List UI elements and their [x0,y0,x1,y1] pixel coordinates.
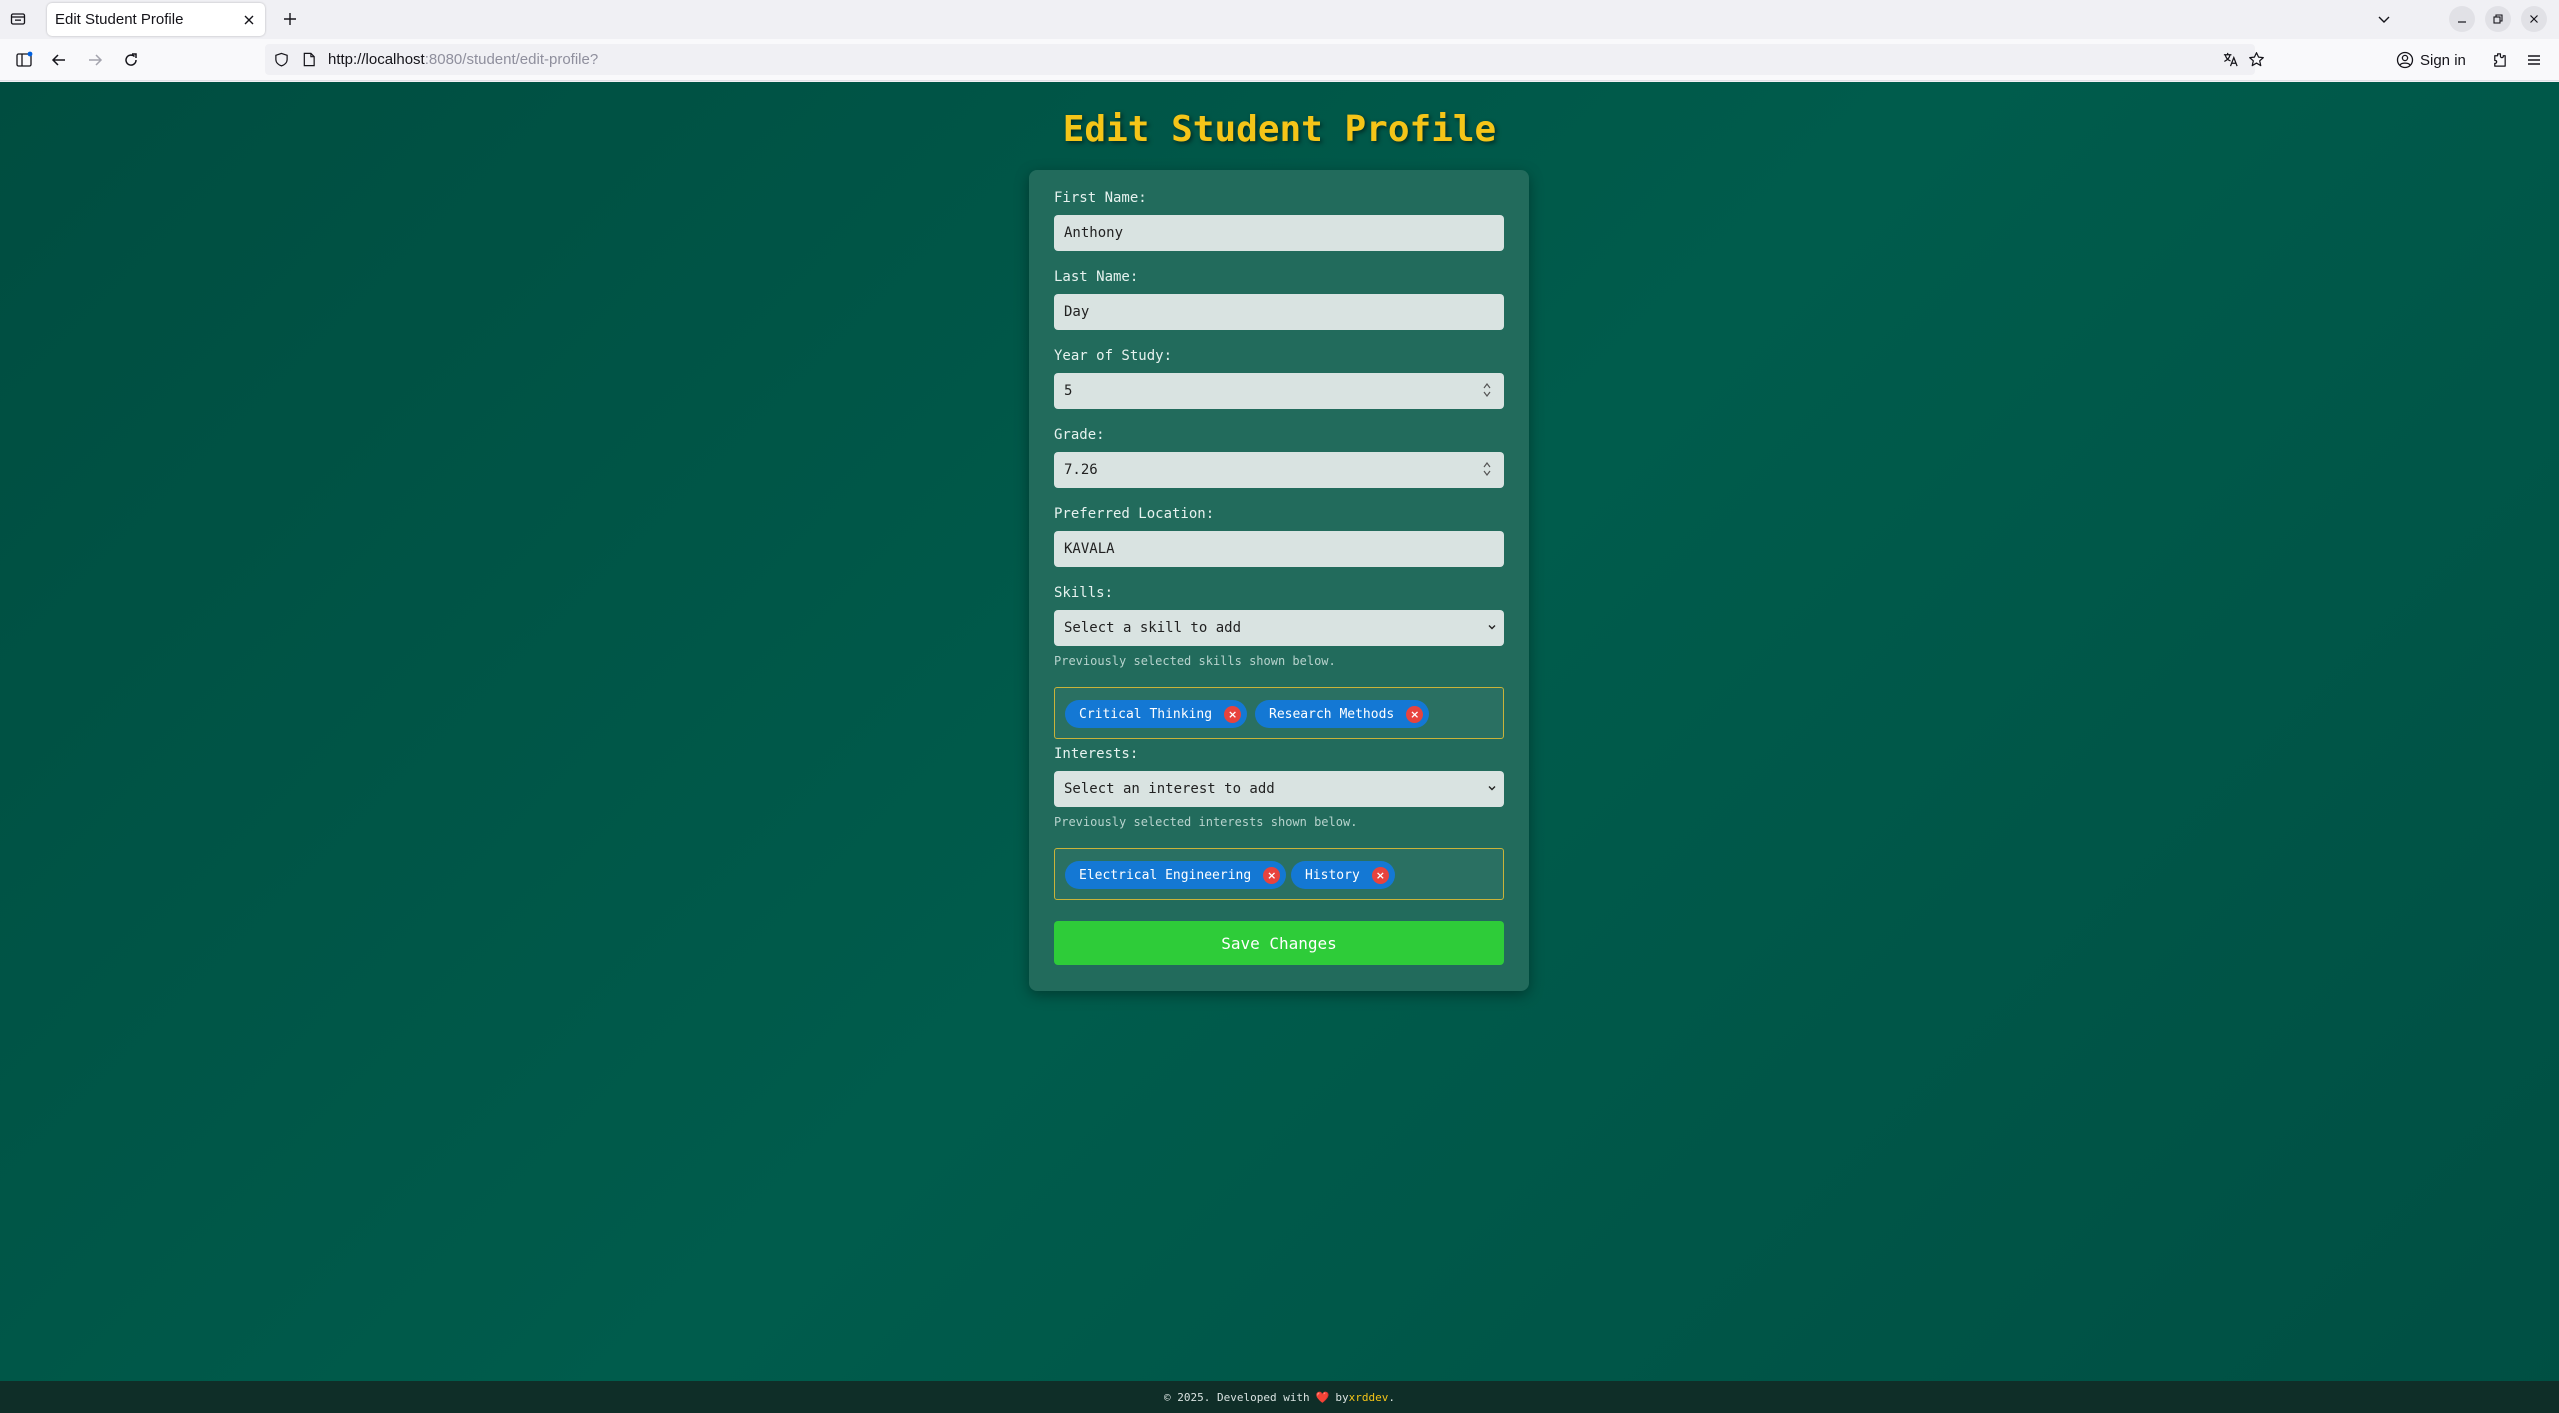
interest-tag: History × [1291,861,1395,889]
browser-tab-bar: Edit Student Profile [0,0,2559,39]
interests-label: Interests: [1054,746,1139,762]
skill-tag: Research Methods × [1255,700,1430,728]
account-icon [2396,51,2414,69]
tab-close-icon[interactable] [240,11,257,28]
new-tab-icon[interactable] [278,7,302,31]
extensions-icon[interactable] [2486,47,2512,73]
interest-tag-label: History [1305,867,1360,883]
sign-in-label: Sign in [2420,51,2466,69]
interests-select[interactable]: Select an interest to add [1054,771,1504,807]
page-content: Edit Student Profile First Name: Anthony… [0,82,2559,1413]
skill-tag-label: Critical Thinking [1079,706,1213,722]
tab-title: Edit Student Profile [55,11,184,28]
interest-tag: Electrical Engineering × [1065,861,1287,889]
last-name-value: Day [1064,304,1090,320]
restore-window-icon[interactable] [2485,6,2511,32]
interests-hint: Previously selected interests shown belo… [1054,815,1358,829]
year-of-study-value: 5 [1064,383,1073,399]
grade-value: 7.26 [1064,462,1098,478]
preferred-location-label: Preferred Location: [1054,506,1215,522]
browser-nav-bar: http://localhost:8080/student/edit-profi… [0,39,2559,81]
tracking-shield-icon[interactable] [273,51,290,68]
heart-icon: ❤️ [1315,1390,1330,1404]
back-arrow-icon[interactable] [46,47,72,73]
year-spinner-icon[interactable] [1482,381,1492,399]
menu-hamburger-icon[interactable] [2521,47,2547,73]
translate-icon[interactable] [2222,51,2239,68]
footer: © 2025. Developed with ❤️ by xrddev. [0,1381,2559,1413]
edit-profile-form: First Name: Anthony Last Name: Day Year … [1029,170,1529,991]
first-name-value: Anthony [1064,225,1124,241]
preferred-location-input[interactable]: KAVALA [1054,531,1504,567]
browser-tab-active[interactable]: Edit Student Profile [47,3,265,36]
sign-in-button[interactable]: Sign in [2396,48,2466,72]
close-window-icon[interactable] [2521,6,2547,32]
grade-input[interactable]: 7.26 [1054,452,1504,488]
footer-period: . [1388,1390,1396,1404]
footer-copyright: © 2025. Developed with [1163,1390,1310,1404]
first-name-input[interactable]: Anthony [1054,215,1504,251]
skills-select[interactable]: Select a skill to add [1054,610,1504,646]
sidebar-toggle-icon[interactable] [11,47,37,73]
interests-select-placeholder: Select an interest to add [1064,781,1275,797]
minimize-window-icon[interactable] [2449,6,2475,32]
chevron-down-icon [1488,786,1496,791]
remove-skill-icon[interactable]: × [1224,705,1242,723]
year-of-study-input[interactable]: 5 [1054,373,1504,409]
tab-list-icon[interactable] [6,7,30,31]
url-bar[interactable]: http://localhost:8080/student/edit-profi… [265,44,2264,75]
page-title: Edit Student Profile [1062,109,1497,150]
save-changes-button[interactable]: Save Changes [1054,921,1504,965]
page-info-icon[interactable] [300,51,317,68]
grade-label: Grade: [1054,427,1105,443]
preferred-location-value: KAVALA [1064,541,1115,557]
interest-tag-label: Electrical Engineering [1079,867,1252,883]
author-link[interactable]: xrddev [1349,1391,1389,1404]
selected-interests-box: Electrical Engineering × History × [1054,848,1504,900]
skills-label: Skills: [1054,585,1114,601]
remove-interest-icon[interactable]: × [1263,866,1281,884]
last-name-label: Last Name: [1054,269,1139,285]
reload-icon[interactable] [118,47,144,73]
grade-spinner-icon[interactable] [1482,460,1492,478]
remove-interest-icon[interactable]: × [1371,866,1389,884]
url-text[interactable]: http://localhost:8080/student/edit-profi… [328,51,598,68]
first-name-label: First Name: [1054,190,1147,206]
remove-skill-icon[interactable]: × [1406,705,1424,723]
tab-overflow-chevron-icon[interactable] [2371,6,2397,32]
forward-arrow-icon[interactable] [82,47,108,73]
bookmark-star-icon[interactable] [2248,51,2265,68]
skill-tag-label: Research Methods [1269,706,1395,722]
year-of-study-label: Year of Study: [1054,348,1173,364]
skills-select-placeholder: Select a skill to add [1064,620,1242,636]
skill-tag: Critical Thinking × [1065,700,1248,728]
skills-hint: Previously selected skills shown below. [1054,654,1336,668]
chevron-down-icon [1488,625,1496,630]
last-name-input[interactable]: Day [1054,294,1504,330]
selected-skills-box: Critical Thinking × Research Methods × [1054,687,1504,739]
footer-by: by [1335,1390,1349,1404]
